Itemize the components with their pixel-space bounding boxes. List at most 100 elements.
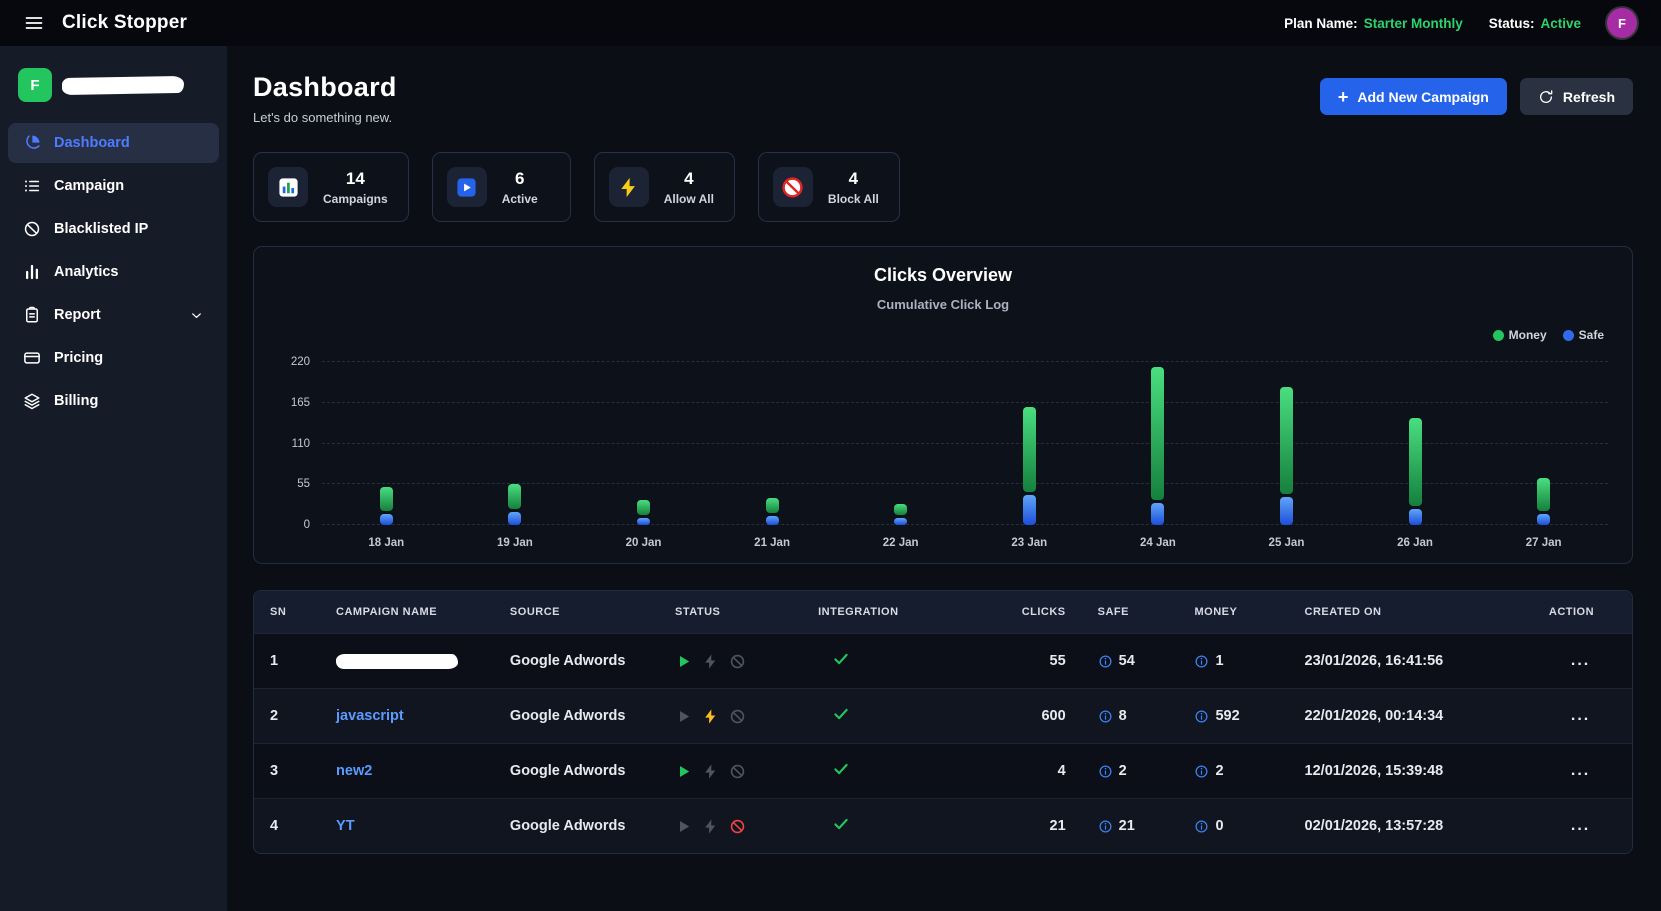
block-status-icon[interactable]: [729, 818, 746, 835]
header-actions: + Add New Campaign Refresh: [1320, 78, 1633, 115]
col-header-clicks: CLICKS: [958, 591, 1081, 634]
verified-check-icon: [832, 815, 850, 833]
money-value: 0: [1215, 818, 1223, 834]
safe-bar[interactable]: [1280, 497, 1293, 525]
block-status-icon[interactable]: [729, 708, 746, 725]
col-header-source: SOURCE: [494, 591, 659, 634]
page-header: Dashboard Let's do something new. + Add …: [253, 72, 1633, 125]
cell-integration: [802, 689, 958, 744]
cell-action: ...: [1533, 744, 1632, 799]
chart-legend: MoneySafe: [282, 328, 1604, 342]
safe-value: 21: [1119, 818, 1135, 834]
sidebar-item-dashboard[interactable]: Dashboard: [8, 123, 219, 163]
stat-label: Active: [502, 192, 538, 206]
billing-layers-icon: [23, 392, 41, 410]
sidebar-item-billing[interactable]: Billing: [8, 381, 219, 421]
info-icon: [1098, 819, 1113, 834]
bolt-status-icon[interactable]: [702, 818, 719, 835]
safe-bar[interactable]: [1409, 509, 1422, 525]
legend-label: Money: [1509, 328, 1547, 342]
cell-created-on: 02/01/2026, 13:57:28: [1289, 799, 1533, 854]
x-tick-label: 26 Jan: [1351, 537, 1480, 549]
status-label: Status:: [1489, 16, 1535, 31]
row-actions-button[interactable]: ...: [1549, 817, 1590, 835]
x-axis-labels: 18 Jan19 Jan20 Jan21 Jan22 Jan23 Jan24 J…: [322, 537, 1608, 549]
sidebar-item-campaign[interactable]: Campaign: [8, 166, 219, 206]
x-tick-label: 21 Jan: [708, 537, 837, 549]
money-bar[interactable]: [1537, 478, 1550, 511]
info-icon: [1098, 654, 1113, 669]
money-bar[interactable]: [894, 504, 907, 515]
play-status-icon[interactable]: [675, 818, 692, 835]
table-row-campaign-new2: 3new2Google Adwords42212/01/2026, 15:39:…: [254, 744, 1632, 799]
stat-value: 14: [346, 169, 365, 189]
safe-bar[interactable]: [894, 518, 907, 525]
bar-group-22-jan: [836, 348, 965, 525]
hamburger-menu-icon[interactable]: [24, 13, 44, 33]
user-avatar[interactable]: F: [1607, 8, 1637, 38]
campaign-name-link[interactable]: new2: [336, 763, 372, 779]
safe-bar[interactable]: [380, 514, 393, 525]
bars-layer: [322, 348, 1608, 525]
cell-clicks: 4: [958, 744, 1081, 799]
sidebar-user[interactable]: F: [0, 58, 227, 120]
stat-label: Block All: [828, 192, 879, 206]
bar-group-24-jan: [1094, 348, 1223, 525]
verified-check-icon: [832, 705, 850, 723]
campaign-name-link[interactable]: YT: [336, 818, 355, 834]
refresh-button[interactable]: Refresh: [1520, 78, 1633, 115]
stat-text: 4Allow All: [664, 169, 714, 206]
money-bar[interactable]: [637, 500, 650, 515]
safe-bar[interactable]: [508, 512, 521, 525]
x-tick-label: 19 Jan: [451, 537, 580, 549]
money-bar[interactable]: [1409, 418, 1422, 505]
blacklist-block-icon: [23, 220, 41, 238]
sidebar-item-analytics[interactable]: Analytics: [8, 252, 219, 292]
money-value: 1: [1215, 653, 1223, 669]
money-bar[interactable]: [1023, 407, 1036, 492]
money-bar[interactable]: [1151, 367, 1164, 500]
safe-count: 2: [1098, 763, 1163, 779]
x-tick-label: 24 Jan: [1094, 537, 1223, 549]
bolt-status-icon[interactable]: [702, 653, 719, 670]
block-status-icon[interactable]: [729, 763, 746, 780]
money-bar[interactable]: [1280, 387, 1293, 494]
money-value: 2: [1215, 763, 1223, 779]
safe-bar[interactable]: [1537, 514, 1550, 525]
row-actions-button[interactable]: ...: [1549, 707, 1590, 725]
sidebar-item-label: Billing: [54, 393, 98, 409]
row-actions-button[interactable]: ...: [1549, 762, 1590, 780]
add-new-campaign-button[interactable]: + Add New Campaign: [1320, 78, 1507, 115]
play-status-icon[interactable]: [675, 653, 692, 670]
safe-bar[interactable]: [637, 518, 650, 525]
block-status-icon[interactable]: [729, 653, 746, 670]
chevron-down-icon: [189, 308, 204, 323]
cell-money: 0: [1178, 799, 1288, 854]
bar-group-25-jan: [1222, 348, 1351, 525]
money-bar[interactable]: [508, 484, 521, 509]
bolt-status-icon[interactable]: [702, 763, 719, 780]
safe-bar[interactable]: [766, 516, 779, 525]
dashboard-pie-icon: [23, 134, 41, 152]
safe-bar[interactable]: [1023, 495, 1036, 525]
add-button-label: Add New Campaign: [1357, 89, 1488, 105]
cell-clicks: 55: [958, 634, 1081, 689]
campaign-name-link[interactable]: javascript: [336, 708, 404, 724]
play-status-icon[interactable]: [675, 763, 692, 780]
info-icon: [1194, 709, 1209, 724]
sidebar-item-report[interactable]: Report: [8, 295, 219, 335]
row-actions-button[interactable]: ...: [1549, 652, 1590, 670]
active-play-icon: [447, 167, 487, 207]
bar-group-20-jan: [579, 348, 708, 525]
stat-text: 4Block All: [828, 169, 879, 206]
sidebar-item-pricing[interactable]: Pricing: [8, 338, 219, 378]
money-bar[interactable]: [380, 487, 393, 511]
stat-card-active: 6Active: [432, 152, 571, 222]
y-axis: 220165110550: [278, 348, 322, 525]
safe-bar[interactable]: [1151, 503, 1164, 525]
money-bar[interactable]: [766, 498, 779, 513]
sidebar-item-blacklisted-ip[interactable]: Blacklisted IP: [8, 209, 219, 249]
play-status-icon[interactable]: [675, 708, 692, 725]
table-body: 1Google Adwords5554123/01/2026, 16:41:56…: [254, 634, 1632, 854]
bolt-status-icon[interactable]: [702, 708, 719, 725]
